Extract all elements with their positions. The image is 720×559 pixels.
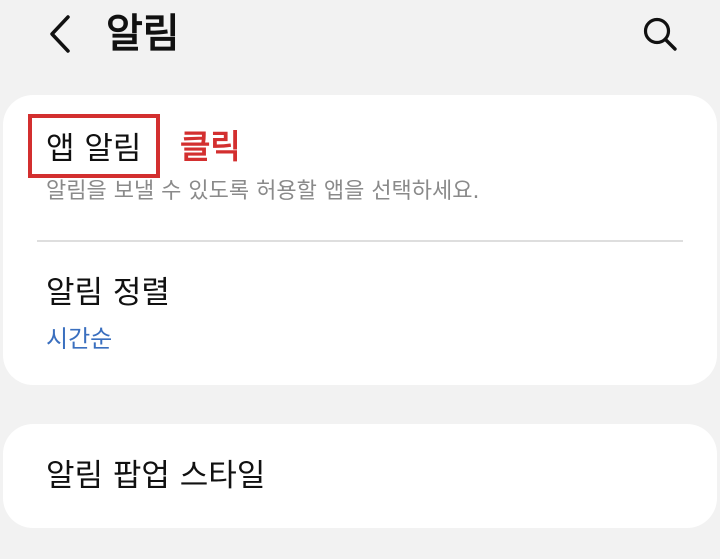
popup-style-card: 알림 팝업 스타일 (3, 424, 717, 528)
search-icon (643, 17, 677, 51)
settings-notifications-screen: 알림 앱 알림 알림을 보낼 수 있도록 허용할 앱을 선택하세요. 알림 정렬… (0, 0, 720, 559)
notification-popup-style-title: 알림 팝업 스타일 (46, 458, 266, 494)
click-highlight-box (28, 114, 160, 178)
notification-sort-item[interactable]: 알림 정렬 시간순 (3, 243, 717, 385)
back-button[interactable] (38, 10, 82, 58)
notification-popup-style-item[interactable]: 알림 팝업 스타일 (3, 424, 717, 528)
search-button[interactable] (636, 10, 684, 58)
page-title: 알림 (106, 11, 180, 57)
divider (37, 240, 683, 242)
notification-sort-value: 시간순 (46, 325, 113, 353)
click-annotation-label: 클릭 (180, 127, 241, 166)
chevron-left-icon (50, 15, 70, 53)
app-notifications-description: 알림을 보낼 수 있도록 허용할 앱을 선택하세요. (46, 179, 480, 204)
notification-settings-card: 앱 알림 알림을 보낼 수 있도록 허용할 앱을 선택하세요. 알림 정렬 시간… (3, 95, 717, 385)
app-header: 알림 (0, 0, 720, 80)
notification-sort-title: 알림 정렬 (46, 275, 170, 311)
